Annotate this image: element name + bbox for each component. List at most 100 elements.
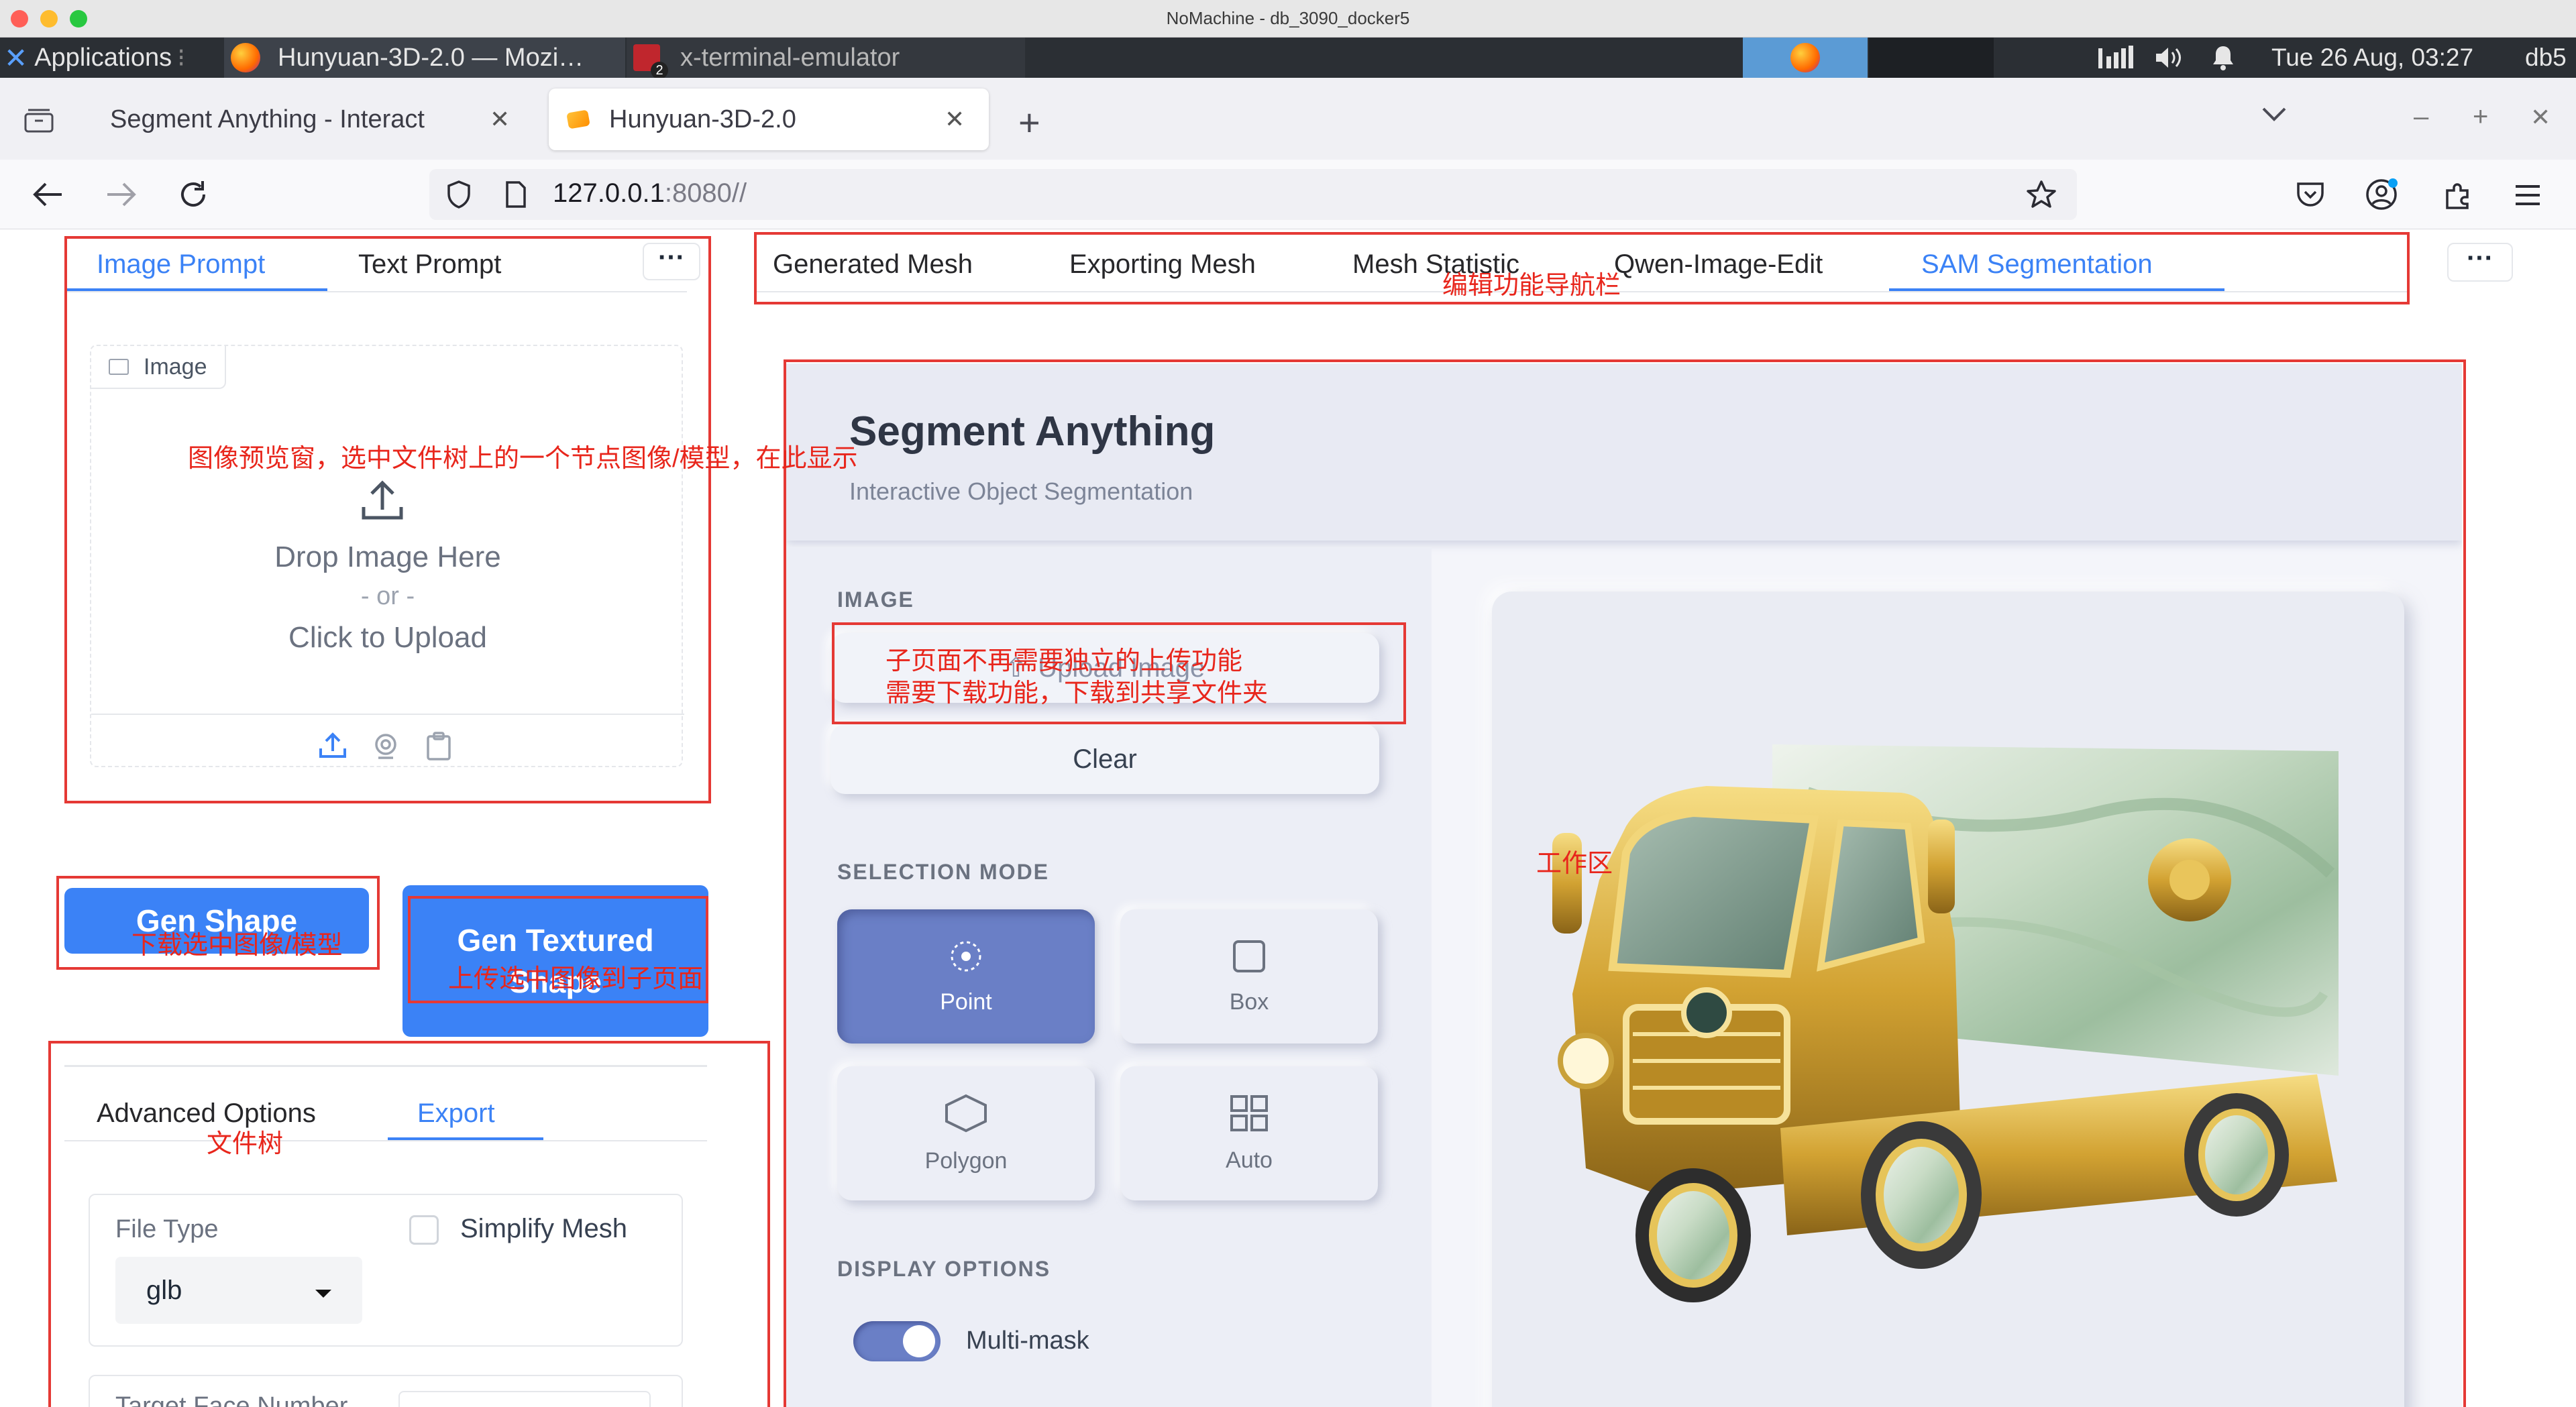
forward-arrow-icon[interactable] [105, 180, 137, 213]
clock[interactable]: Tue 26 Aug, 03:27 [2271, 38, 2473, 78]
multi-mask-toggle[interactable] [853, 1321, 941, 1361]
terminal-icon: 2 [633, 44, 668, 79]
target-face-row: Target Face Number [89, 1375, 683, 1407]
user-label[interactable]: db5 [2525, 38, 2567, 78]
image-icon [109, 359, 129, 375]
annotation-upload-line1: 子页面不再需要独立的上传功能 [885, 647, 1243, 675]
extensions-icon[interactable] [2442, 180, 2473, 214]
url-bar[interactable]: 127.0.0.1:8080// [429, 169, 2077, 220]
annotation-upload-sub-text: 上传选中图像到子页面 [448, 965, 704, 993]
workspace-1[interactable] [1743, 38, 1868, 78]
target-face-input[interactable] [398, 1391, 651, 1407]
upload-source-icon[interactable] [318, 732, 347, 763]
mode-point-button[interactable]: Point [837, 909, 1095, 1044]
notification-bell-icon[interactable] [2211, 38, 2235, 78]
firefox-view-icon[interactable] [23, 107, 55, 137]
close-tab-icon[interactable]: ✕ [490, 105, 510, 133]
menu-separator-icon: ⁝ [177, 44, 186, 72]
shield-icon[interactable] [445, 180, 472, 213]
taskbar-terminal-window[interactable]: 2 x-terminal-emulator [627, 38, 1025, 79]
tab-text-prompt[interactable]: Text Prompt [358, 249, 501, 280]
maximize-icon[interactable]: + [2473, 102, 2488, 132]
window-title: NoMachine - db_3090_docker5 [1166, 8, 1410, 28]
applications-menu[interactable]: ✕ Applications ⁝ [4, 38, 185, 78]
mode-auto-button[interactable]: Auto [1120, 1066, 1378, 1200]
url-text[interactable]: 127.0.0.1:8080// [553, 178, 747, 209]
browser-tab-hunyuan[interactable]: Hunyuan-3D-2.0 ✕ [549, 89, 989, 150]
network-icon[interactable] [2097, 38, 2137, 78]
image-field-label: Image [91, 346, 226, 389]
hamburger-menu-icon[interactable] [2514, 184, 2541, 210]
volume-icon[interactable] [2153, 38, 2187, 78]
tab-export[interactable]: Export [417, 1099, 495, 1129]
prompt-more-button[interactable]: ··· [643, 243, 700, 280]
tab-qwen-image-edit[interactable]: Qwen-Image-Edit [1614, 249, 1823, 280]
annotation-file-tree-text: 文件树 [207, 1130, 284, 1158]
clipboard-icon[interactable] [425, 731, 452, 764]
list-all-tabs-icon[interactable] [2261, 105, 2288, 128]
new-tab-button[interactable]: + [1018, 101, 1040, 144]
firefox-icon [231, 43, 260, 72]
selection-mode-label: SELECTION MODE [837, 860, 1050, 884]
close-tab-icon[interactable]: ✕ [945, 105, 965, 133]
tab-image-prompt[interactable]: Image Prompt [97, 249, 265, 280]
main-more-button[interactable]: ··· [2447, 243, 2513, 282]
image-canvas[interactable] [1492, 592, 2404, 1407]
mode-box-label: Box [1229, 989, 1269, 1015]
tab-sam-segmentation[interactable]: SAM Segmentation [1921, 249, 2153, 280]
url-path: :8080// [664, 178, 747, 208]
mode-auto-label: Auto [1226, 1147, 1273, 1173]
xfce-logo-icon: ✕ [4, 42, 28, 74]
toggle-knob [903, 1325, 935, 1357]
minimize-icon[interactable]: – [2414, 102, 2428, 132]
browser-tab-segment-anything[interactable]: Segment Anything - Interact ✕ [91, 89, 521, 150]
file-type-value: glb [146, 1275, 182, 1305]
bookmark-star-icon[interactable] [2026, 180, 2057, 213]
sam-header: Segment Anything Interactive Object Segm… [786, 363, 2462, 541]
workspace-firefox-icon [1790, 43, 1820, 72]
annotation-nav-text: 编辑功能导航栏 [1442, 272, 1621, 300]
sam-workspace: Segment Anything Interactive Object Segm… [786, 363, 2462, 1407]
url-host: 127.0.0.1 [553, 178, 665, 208]
tab-exporting-mesh[interactable]: Exporting Mesh [1069, 249, 1256, 280]
export-form: File Type glb Simplify Mesh [89, 1194, 683, 1347]
point-target-icon [951, 941, 981, 971]
clear-button[interactable]: Clear [830, 724, 1379, 794]
sam-title: Segment Anything [849, 408, 1216, 455]
mode-polygon-button[interactable]: Polygon [837, 1066, 1095, 1200]
annotation-upload-line2: 需要下载功能，下载到共享文件夹 [885, 679, 1269, 708]
tab-label: Hunyuan-3D-2.0 [609, 105, 796, 133]
simplify-mesh-checkbox[interactable] [409, 1215, 439, 1245]
hunyuan-favicon-icon [566, 109, 590, 129]
reload-icon[interactable] [177, 178, 209, 214]
back-arrow-icon[interactable] [32, 180, 64, 213]
truck-image [1552, 744, 2339, 1302]
grid-icon [1230, 1094, 1268, 1131]
source-divider [91, 714, 684, 715]
webcam-icon[interactable] [372, 732, 400, 764]
annotation-download-text: 下载选中图像/模型 [131, 932, 343, 960]
polygon-icon [945, 1094, 987, 1132]
image-section-label: IMAGE [837, 587, 914, 612]
page-icon[interactable] [504, 181, 527, 211]
tab-generated-mesh[interactable]: Generated Mesh [773, 249, 973, 280]
mode-polygon-label: Polygon [924, 1147, 1008, 1174]
pocket-icon[interactable] [2294, 180, 2326, 213]
browser-navbar: 127.0.0.1:8080// [0, 160, 2576, 229]
workspace-2[interactable] [1869, 38, 1994, 78]
upload-icon [360, 480, 405, 525]
tab-label: Segment Anything - Interact [110, 105, 425, 133]
applications-label: Applications [34, 43, 172, 72]
account-icon[interactable] [2364, 177, 2399, 215]
annotation-workspace-text: 工作区 [1536, 850, 1613, 878]
close-browser-icon[interactable]: ✕ [2530, 103, 2551, 131]
image-upload-area[interactable]: Image Drop Image Here - or - Click to Up… [90, 345, 684, 767]
options-top-divider [64, 1065, 707, 1067]
dropdown-caret-icon [315, 1290, 331, 1298]
taskbar-firefox-label: Hunyuan-3D-2.0 — Mozi… [278, 43, 584, 72]
file-type-select[interactable]: glb [115, 1257, 362, 1324]
target-face-label: Target Face Number [115, 1392, 348, 1407]
simplify-mesh-label: Simplify Mesh [460, 1214, 627, 1243]
taskbar-firefox-window[interactable]: Hunyuan-3D-2.0 — Mozi… [224, 38, 625, 78]
mode-box-button[interactable]: Box [1120, 909, 1378, 1044]
